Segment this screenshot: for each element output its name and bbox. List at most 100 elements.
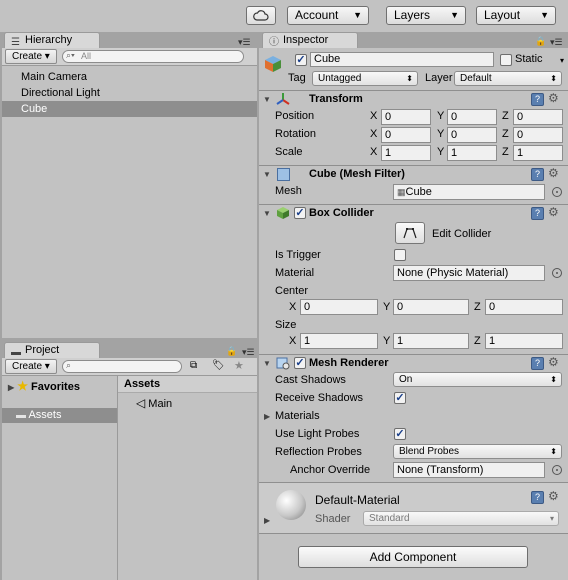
cloud-button[interactable] (246, 6, 276, 25)
chevron-right-icon[interactable]: ▶ (264, 516, 270, 525)
lock-icon[interactable]: 🔒 (226, 346, 237, 357)
hierarchy-item-directional-light[interactable]: Directional Light (2, 85, 257, 101)
scale-x-field[interactable]: 1 (381, 145, 431, 161)
chevron-right-icon[interactable]: ▶ (264, 412, 270, 421)
create-label: Create (12, 361, 43, 372)
chevron-down-icon: ▼ (450, 10, 459, 20)
tab-project[interactable]: ▬ Project (4, 342, 100, 358)
edit-collider-button[interactable] (395, 222, 425, 244)
is-trigger-label: Is Trigger (275, 249, 321, 261)
gear-icon[interactable]: ⚙ (548, 205, 559, 219)
use-light-probes-checkbox[interactable]: ✓ (394, 428, 406, 440)
help-icon[interactable]: ? (531, 491, 544, 504)
static-checkbox[interactable] (500, 54, 512, 66)
gear-icon[interactable]: ⚙ (548, 166, 559, 180)
help-icon[interactable]: ? (531, 168, 544, 181)
box-collider-header[interactable]: ▼ ✓ Box Collider ? ⚙ (259, 205, 568, 223)
help-icon[interactable]: ? (531, 93, 544, 106)
center-z-field[interactable]: 0 (485, 299, 563, 315)
position-label: Position (275, 110, 315, 122)
cast-shadows-dropdown[interactable]: On ⬍ (393, 372, 562, 387)
receive-shadows-label: Receive Shadows (275, 392, 364, 404)
gear-icon[interactable]: ⚙ (548, 355, 559, 369)
cast-shadows-value: On (399, 374, 413, 385)
object-picker-icon[interactable] (552, 268, 562, 278)
hierarchy-item-cube[interactable]: Cube (2, 101, 257, 117)
assets-tree-label: Assets (28, 409, 62, 421)
object-name-field[interactable]: Cube (310, 52, 494, 67)
tab-inspector[interactable]: ⓘ Inspector (262, 32, 358, 48)
search-icon: ⌕ (66, 360, 72, 370)
shader-value: Standard (369, 513, 410, 524)
assets-tree-item[interactable]: ▬ Assets (2, 408, 117, 423)
mesh-filter-header[interactable]: ▼ Cube (Mesh Filter) ? ⚙ (259, 166, 568, 184)
active-checkbox[interactable]: ✓ (295, 54, 307, 66)
physic-material-field[interactable]: None (Physic Material) (393, 265, 545, 281)
mesh-renderer-enabled-checkbox[interactable]: ✓ (294, 357, 306, 369)
box-collider-enabled-checkbox[interactable]: ✓ (294, 207, 306, 219)
size-y-field[interactable]: 1 (393, 333, 469, 349)
z-label: Z (502, 146, 509, 158)
scale-z-field[interactable]: 1 (513, 145, 563, 161)
center-x-field[interactable]: 0 (300, 299, 378, 315)
add-component-button[interactable]: Add Component (298, 546, 528, 568)
separator (259, 533, 568, 534)
materials-label[interactable]: Materials (275, 410, 320, 422)
edit-collider-icon (403, 228, 417, 239)
panel-menu-icon[interactable]: ▾☰ (238, 37, 251, 48)
position-z-field[interactable]: 0 (513, 109, 563, 125)
dropdown-arrow-icon: ⬍ (550, 447, 557, 456)
create-button[interactable]: Create ▾ (5, 49, 57, 64)
layers-dropdown[interactable]: Layers ▼ (386, 6, 466, 25)
gear-icon[interactable]: ⚙ (548, 489, 559, 503)
y-label: Y (437, 110, 445, 122)
size-z-field[interactable]: 1 (485, 333, 563, 349)
object-picker-icon[interactable] (552, 187, 562, 197)
shader-dropdown[interactable]: Standard ▾ (363, 511, 559, 526)
position-x-field[interactable]: 0 (381, 109, 431, 125)
gear-icon[interactable]: ⚙ (548, 91, 559, 105)
tag-dropdown[interactable]: Untagged ⬍ (312, 71, 418, 86)
filter-type-icon[interactable]: ⧉ (190, 360, 197, 371)
lock-icon[interactable]: 🔒 (535, 36, 546, 47)
reflection-probes-dropdown[interactable]: Blend Probes ⬍ (393, 444, 562, 459)
asset-item-main[interactable]: ◁ Main (136, 396, 172, 410)
tab-hierarchy[interactable]: ☰ Hierarchy (4, 32, 100, 48)
hierarchy-search-input[interactable]: ⌕▾ All (62, 50, 244, 63)
rotation-x-field[interactable]: 0 (381, 127, 431, 143)
rotation-z-field[interactable]: 0 (513, 127, 563, 143)
mesh-renderer-header[interactable]: ▼ ✓ Mesh Renderer ? ⚙ (259, 355, 568, 373)
material-section: ▶ Default-Material Shader Standard ▾ ? ⚙ (259, 483, 568, 533)
chevron-down-icon: ▼ (263, 170, 271, 179)
object-picker-icon[interactable] (552, 465, 562, 475)
mesh-icon: ▦ (397, 187, 406, 197)
help-icon[interactable]: ? (531, 357, 544, 370)
is-trigger-checkbox[interactable] (394, 249, 406, 261)
layout-dropdown[interactable]: Layout ▼ (476, 6, 556, 25)
rotation-y-field[interactable]: 0 (447, 127, 497, 143)
account-dropdown[interactable]: Account ▼ (287, 6, 369, 25)
center-y-field[interactable]: 0 (393, 299, 469, 315)
mesh-filter-title: Cube (Mesh Filter) (309, 168, 405, 180)
create-button[interactable]: Create ▾ (5, 359, 57, 374)
z-label: Z (474, 301, 481, 313)
static-dropdown-arrow[interactable]: ▾ (560, 54, 568, 69)
hierarchy-item-main-camera[interactable]: Main Camera (2, 69, 257, 85)
size-x-field[interactable]: 1 (300, 333, 378, 349)
mesh-field[interactable]: ▦Cube (393, 184, 545, 200)
project-panel: Create ▾ ⌕ ⧉ 🏷 ★ ▶ ★ Favorites ▬ Assets … (2, 358, 257, 580)
favorites-item[interactable]: ▶ ★ Favorites (8, 379, 80, 393)
panel-menu-icon[interactable]: ▾☰ (242, 347, 255, 358)
tag-icon[interactable]: 🏷 (212, 360, 225, 371)
layer-dropdown[interactable]: Default ⬍ (454, 71, 562, 86)
star-icon[interactable]: ★ (234, 359, 244, 372)
anchor-override-field[interactable]: None (Transform) (393, 462, 545, 478)
receive-shadows-checkbox[interactable]: ✓ (394, 392, 406, 404)
scale-y-field[interactable]: 1 (447, 145, 497, 161)
project-search-input[interactable]: ⌕ (62, 360, 182, 373)
static-label: Static (515, 53, 543, 65)
panel-menu-icon[interactable]: ▾☰ (550, 37, 563, 48)
position-y-field[interactable]: 0 (447, 109, 497, 125)
transform-header[interactable]: ▼ Transform ? ⚙ (259, 91, 568, 109)
help-icon[interactable]: ? (531, 207, 544, 220)
